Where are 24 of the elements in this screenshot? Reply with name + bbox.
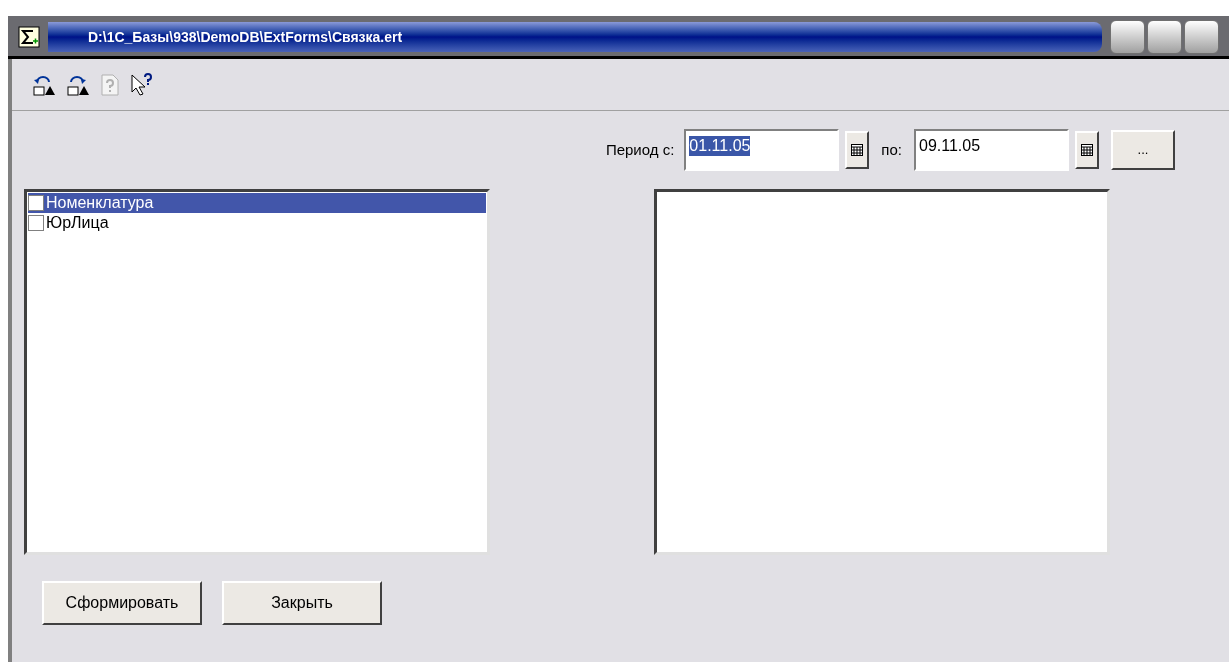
action-button[interactable]: Сформировать <box>42 581 202 625</box>
pointer-help-icon <box>130 72 154 97</box>
calendar-icon <box>851 144 864 156</box>
period-from-label: Период с: <box>605 139 675 160</box>
checkbox[interactable] <box>28 215 44 231</box>
calendar-button[interactable] <box>845 131 870 169</box>
calendar-button[interactable] <box>1075 131 1099 169</box>
period-to-label: по: <box>881 139 902 160</box>
list-item[interactable]: ЮрЛица <box>28 213 486 233</box>
list-item[interactable]: Номенклатура <box>28 193 486 213</box>
redo-icon <box>66 73 90 96</box>
maximize-button[interactable] <box>1147 20 1182 54</box>
window-title: D:\1C_Базы\938\DemoDB\ExtForms\Связка.ert <box>88 27 403 47</box>
date-to-field[interactable]: 09.11.05 <box>914 129 1069 171</box>
action-button[interactable]: Закрыть <box>222 581 382 625</box>
checkbox[interactable] <box>28 195 44 211</box>
close-button[interactable] <box>1184 20 1219 54</box>
minimize-button[interactable] <box>1110 20 1145 54</box>
help-page-icon <box>100 72 120 97</box>
more-button[interactable]: ... <box>1111 130 1175 170</box>
calendar-icon <box>1081 144 1093 156</box>
date-from-field[interactable]: 01.11.05 <box>684 129 840 171</box>
undo-icon <box>32 73 56 96</box>
sum-icon <box>18 26 40 48</box>
